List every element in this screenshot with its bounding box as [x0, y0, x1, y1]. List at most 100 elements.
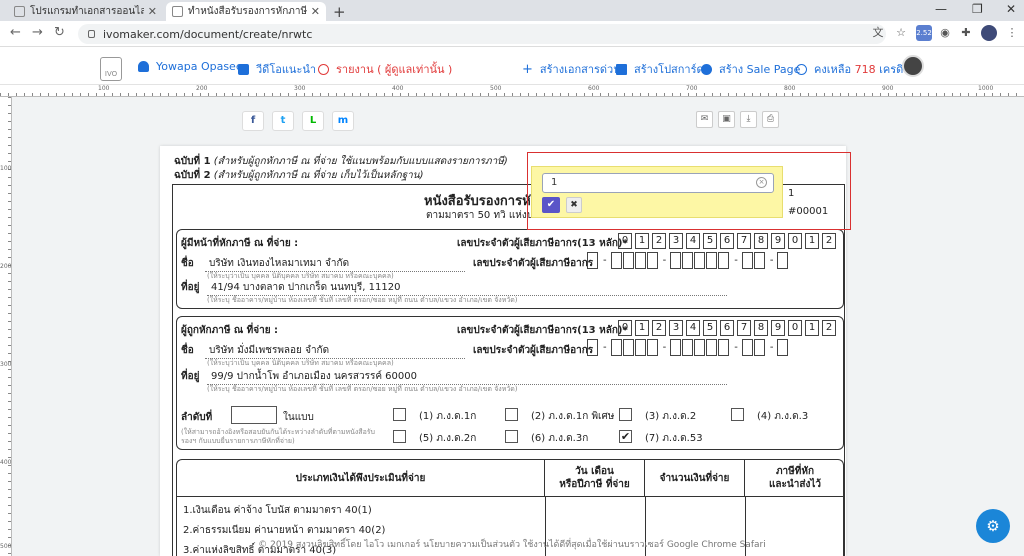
form-checkbox-7-checked[interactable]: ✔	[619, 430, 632, 443]
inline-editor-input[interactable]: 1 ×	[542, 173, 774, 193]
taxid-cell[interactable]	[777, 252, 789, 269]
payee-name-field[interactable]: บริษัท มั่งมีเพชรพลอย จำกัด	[205, 343, 465, 359]
create-poster-link[interactable]: สร้างโปสการ์ด	[616, 60, 704, 78]
reload-icon[interactable]: ↻	[54, 25, 65, 40]
taxid-digit[interactable]: 8	[754, 233, 768, 249]
taxid-digit[interactable]: 4	[686, 233, 700, 249]
taxid-cell[interactable]	[682, 252, 694, 269]
facebook-share-button[interactable]: f	[242, 111, 264, 131]
taxid-cell[interactable]	[622, 339, 634, 356]
taxid-cell[interactable]	[670, 339, 682, 356]
taxid-digit[interactable]: 9	[771, 320, 785, 336]
taxid-cell[interactable]	[753, 339, 765, 356]
form-checkbox-1[interactable]	[393, 408, 406, 421]
kebab-menu-icon[interactable]: ⋮	[1004, 25, 1020, 41]
translate-icon[interactable]: 文	[870, 25, 886, 41]
payer-taxid2-boxes[interactable]: - - - -	[587, 252, 789, 269]
save-icon[interactable]: ▣	[718, 111, 735, 128]
taxid-cell[interactable]	[718, 339, 730, 356]
taxid-cell[interactable]	[753, 252, 765, 269]
minimize-icon[interactable]: —	[935, 2, 947, 16]
payee-taxid2-boxes[interactable]: - - - -	[587, 339, 789, 356]
puzzle-icon[interactable]: ✚	[958, 25, 974, 41]
taxid-cell[interactable]	[587, 252, 598, 269]
taxid-cell[interactable]	[718, 252, 730, 269]
download-icon[interactable]: ⤓	[740, 111, 757, 128]
taxid-cell[interactable]	[610, 339, 622, 356]
settings-fab-button[interactable]: ⚙	[976, 509, 1010, 543]
extension-badge-icon[interactable]: 2.52	[916, 25, 932, 41]
taxid-cell[interactable]	[741, 252, 753, 269]
taxid-digit[interactable]: 3	[669, 233, 683, 249]
taxid-cell[interactable]	[777, 339, 789, 356]
payer-name-field[interactable]: บริษัท เงินทองไหลมาเทมา จำกัด	[205, 256, 465, 272]
taxid-digit[interactable]: 0	[788, 233, 802, 249]
user-avatar[interactable]	[902, 55, 924, 77]
star-icon[interactable]: ☆	[893, 25, 909, 41]
taxid-cell[interactable]	[646, 339, 658, 356]
taxid-digit[interactable]: 0	[618, 320, 632, 336]
taxid-cell[interactable]	[694, 252, 706, 269]
browser-tab-active[interactable]: ทำหนังสือรับรองการหักภาษี ณ ที่จ่าย ( ✕	[166, 2, 326, 21]
url-field[interactable]: ivomaker.com/document/create/nrwtc	[78, 24, 886, 44]
print-icon[interactable]: ⎙	[762, 111, 779, 128]
taxid-digit[interactable]: 3	[669, 320, 683, 336]
taxid-digit[interactable]: 1	[805, 233, 819, 249]
credit-balance[interactable]: คงเหลือ 718 เครดิต	[796, 60, 910, 78]
taxid-digit[interactable]: 7	[737, 233, 751, 249]
taxid-cell[interactable]	[622, 252, 634, 269]
payer-taxid-digits[interactable]: 0 1 2 3 4 5 6 7 8 9 0 1 2	[618, 233, 839, 249]
payee-address-field[interactable]: 99/9 ปากน้ำโพ อำเภอเมือง นครสวรรค์ 60000	[207, 369, 727, 385]
taxid-cell[interactable]	[682, 339, 694, 356]
payee-taxid-digits[interactable]: 0 1 2 3 4 5 6 7 8 9 0 1 2	[618, 320, 839, 336]
taxid-digit[interactable]: 7	[737, 320, 751, 336]
video-link[interactable]: วีดีโอแนะนำ	[238, 60, 316, 78]
taxid-cell[interactable]	[706, 339, 718, 356]
form-checkbox-4[interactable]	[731, 408, 744, 421]
taxid-digit[interactable]: 0	[788, 320, 802, 336]
taxid-cell[interactable]	[694, 339, 706, 356]
form-checkbox-2[interactable]	[505, 408, 518, 421]
email-icon[interactable]: ✉	[696, 111, 713, 128]
taxid-digit[interactable]: 2	[822, 233, 836, 249]
line-share-button[interactable]: L	[302, 111, 324, 131]
new-tab-icon[interactable]: +	[333, 3, 346, 21]
browser-tab[interactable]: โปรแกรมทำเอกสารออนไลน์ | โปรแกรม ✕	[8, 2, 163, 21]
camera-icon[interactable]: ◉	[937, 25, 953, 41]
clear-icon[interactable]: ×	[756, 177, 767, 188]
maximize-icon[interactable]: ❐	[972, 2, 983, 16]
close-icon[interactable]: ✕	[311, 5, 320, 18]
taxid-digit[interactable]: 1	[635, 320, 649, 336]
taxid-cell[interactable]	[741, 339, 753, 356]
form-checkbox-3[interactable]	[619, 408, 632, 421]
cancel-button[interactable]: ✖	[566, 197, 582, 213]
form-checkbox-5[interactable]	[393, 430, 406, 443]
window-close-icon[interactable]: ✕	[1006, 2, 1016, 16]
payer-address-field[interactable]: 41/94 บางตลาด ปากเกร็ด นนทบุรี, 11120	[207, 280, 727, 296]
taxid-cell[interactable]	[634, 339, 646, 356]
profile-avatar[interactable]	[981, 25, 997, 41]
form-checkbox-6[interactable]	[505, 430, 518, 443]
taxid-digit[interactable]: 2	[652, 233, 666, 249]
forward-icon[interactable]: →	[32, 25, 43, 40]
taxid-cell[interactable]	[634, 252, 646, 269]
taxid-digit[interactable]: 6	[720, 320, 734, 336]
taxid-digit[interactable]: 1	[805, 320, 819, 336]
taxid-digit[interactable]: 5	[703, 320, 717, 336]
taxid-digit[interactable]: 6	[720, 233, 734, 249]
back-icon[interactable]: ←	[10, 25, 21, 40]
taxid-digit[interactable]: 8	[754, 320, 768, 336]
taxid-digit[interactable]: 2	[652, 320, 666, 336]
taxid-cell[interactable]	[670, 252, 682, 269]
taxid-digit[interactable]: 4	[686, 320, 700, 336]
taxid-digit[interactable]: 5	[703, 233, 717, 249]
create-salepage-link[interactable]: สร้าง Sale Page	[701, 60, 800, 78]
order-number-field[interactable]	[231, 406, 277, 424]
close-icon[interactable]: ✕	[148, 5, 157, 18]
taxid-digit[interactable]: 1	[635, 233, 649, 249]
taxid-digit[interactable]: 0	[618, 233, 632, 249]
report-link[interactable]: รายงาน ( ผู้ดูแลเท่านั้น )	[318, 60, 452, 78]
messenger-share-button[interactable]: m	[332, 111, 354, 131]
confirm-button[interactable]: ✔	[542, 197, 560, 213]
taxid-cell[interactable]	[646, 252, 658, 269]
